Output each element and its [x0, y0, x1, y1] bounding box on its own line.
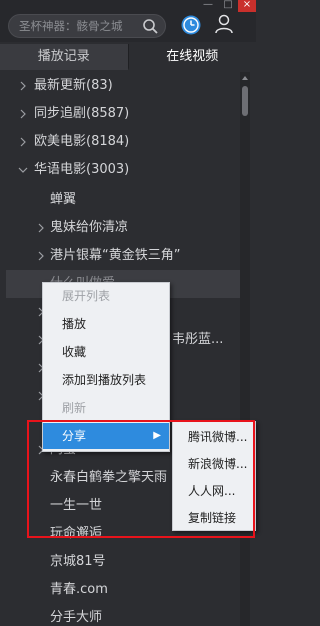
category-chinese-movies[interactable]: 华语电影(3003) — [6, 156, 240, 184]
list-item[interactable]: 分手大师 — [6, 604, 240, 626]
category-sync-drama[interactable]: 同步追剧(8587) — [6, 100, 240, 128]
chevron-down-icon[interactable] — [18, 156, 28, 184]
clock-icon[interactable] — [180, 14, 202, 36]
tab-play-history[interactable]: 播放记录 — [0, 44, 128, 70]
restore-button[interactable]: □ — [218, 0, 238, 12]
context-menu: 展开列表 播放 收藏 添加到播放列表 刷新 分享 ▶ — [42, 282, 170, 452]
list-item[interactable]: 港片银幕“黄金铁三角” — [6, 242, 240, 270]
category-label: 最新更新(83) — [34, 78, 113, 93]
chevron-right-icon[interactable] — [36, 214, 46, 242]
menu-item-copy-link[interactable]: 复制链接 — [173, 505, 255, 531]
item-label: 一生一世 — [50, 498, 103, 513]
category-western-movies[interactable]: 欧美电影(8184) — [6, 128, 240, 156]
list-item[interactable]: 青春.com — [6, 576, 240, 604]
share-submenu: 腾讯微博... 新浪微博... 人人网... 复制链接 — [172, 421, 256, 531]
search-icon[interactable] — [142, 18, 159, 35]
menu-item-share[interactable]: 分享 ▶ — [43, 423, 169, 449]
submenu-arrow-icon: ▶ — [153, 430, 161, 441]
minimize-button[interactable]: — — [198, 0, 218, 12]
list-item[interactable]: 京城81号 — [6, 548, 240, 576]
scroll-up-arrow-icon[interactable] — [240, 72, 250, 84]
tab-bar: 播放记录 在线视频 — [0, 44, 256, 70]
list-item[interactable]: 鬼妹给你清凉 — [6, 214, 240, 242]
menu-item-sina-weibo[interactable]: 新浪微博... — [173, 451, 255, 477]
category-label: 同步追剧(8587) — [34, 106, 130, 121]
chevron-right-icon[interactable] — [18, 100, 28, 128]
chevron-right-icon[interactable] — [18, 72, 28, 100]
search-box[interactable] — [8, 14, 166, 38]
chevron-right-icon[interactable] — [36, 242, 46, 270]
chevron-right-icon[interactable] — [18, 128, 28, 156]
menu-item-play[interactable]: 播放 — [43, 311, 169, 337]
scrollbar-thumb[interactable] — [242, 86, 248, 116]
menu-item-refresh: 刷新 — [62, 401, 87, 415]
scrollbar-track[interactable] — [240, 72, 250, 626]
top-bar: — □ × — [0, 0, 256, 42]
item-label: 港片银幕“黄金铁三角” — [50, 248, 181, 263]
menu-item-renren[interactable]: 人人网... — [173, 478, 255, 504]
item-label: 青春.com — [50, 582, 108, 597]
menu-item-add-to-playlist[interactable]: 添加到播放列表 — [43, 367, 169, 393]
menu-item-favorite[interactable]: 收藏 — [43, 339, 169, 365]
menu-item-label: 分享 — [62, 429, 87, 443]
item-label: 韦彤蓝... — [172, 332, 224, 347]
item-label: 分手大师 — [50, 610, 103, 625]
item-label: 蝉翼 — [50, 192, 77, 207]
item-label: 玩命邂逅 — [50, 526, 103, 541]
list-item[interactable]: 蝉翼 — [6, 186, 240, 214]
category-label: 欧美电影(8184) — [34, 134, 130, 149]
item-label: 永春白鹤拳之擎天雨 — [50, 470, 168, 485]
item-label: 京城81号 — [50, 554, 106, 569]
close-button[interactable]: × — [238, 0, 256, 12]
search-input[interactable] — [19, 18, 139, 34]
tab-online-video[interactable]: 在线视频 — [127, 44, 256, 70]
item-label: 鬼妹给你清凉 — [50, 220, 129, 235]
category-latest[interactable]: 最新更新(83) — [6, 72, 240, 100]
menu-item-expand-list: 展开列表 — [62, 289, 111, 303]
category-label: 华语电影(3003) — [34, 162, 130, 177]
user-icon[interactable] — [213, 13, 235, 35]
window-controls: — □ × — [198, 0, 256, 12]
menu-item-tencent-weibo[interactable]: 腾讯微博... — [173, 424, 255, 450]
